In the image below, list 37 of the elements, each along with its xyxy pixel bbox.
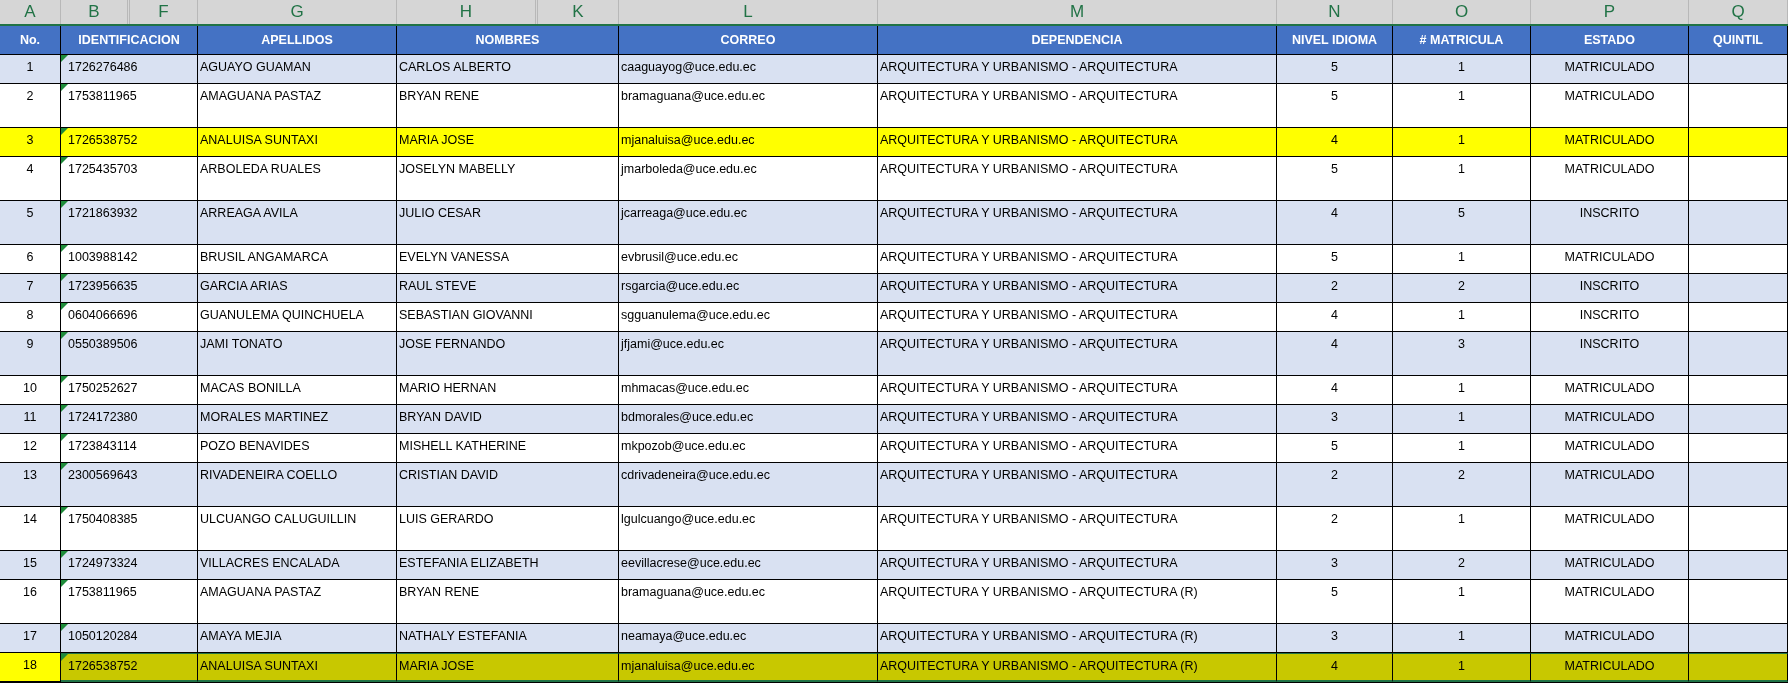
column-letter-header[interactable]: P [1531,0,1689,24]
table-cell-text: 1721863932 [68,205,139,222]
table-cell: 1 [1393,653,1531,682]
table-cell-text: 1723843114 [68,438,138,455]
table-cell-text: 1753811965 [68,584,138,601]
column-letter-header[interactable]: B [61,0,130,24]
column-letter-header[interactable]: A [0,0,61,24]
column-letter-header[interactable]: L [619,0,878,24]
table-cell-text: 1003988142 [68,249,139,266]
table-cell-text: 1725435703 [68,161,139,178]
column-letter-header[interactable]: Q [1689,0,1788,24]
table-cell-text: 1724973324 [68,555,139,572]
column-letter-header[interactable]: G [198,0,397,24]
table-cell-text: 2300569643 [68,467,139,484]
column-letter-header[interactable]: F [130,0,198,24]
column-letter-header[interactable]: M [878,0,1277,24]
table-cell-text: 1750408385 [68,511,139,528]
table-cell-text: 1726538752 [68,658,139,675]
table-cell: ANALUISA SUNTAXI [198,653,397,682]
table-cell-text: 0604066696 [68,307,139,324]
table-cell-text: 0550389506 [68,336,139,353]
table-cell-text: 1724172380 [68,409,139,426]
table-cell-text: 1750252627 [68,380,139,397]
table-cell-text: 1753811965 [68,88,138,105]
table-cell-text: 1726276486 [68,59,139,76]
table-cell: mjanaluisa@uce.edu.ec [619,653,878,682]
column-letter-header[interactable]: N [1277,0,1393,24]
table-cell-text: 1050120284 [68,628,139,645]
table-cell: 4 [1277,653,1393,682]
table-cell: MATRICULADO [1531,653,1689,682]
column-letter-header[interactable]: H [397,0,538,24]
column-letter-header[interactable]: K [538,0,619,24]
table-cell-text: 1726538752 [68,132,139,149]
table-cell-text: 1723956635 [68,278,139,295]
table-cell: MARIA JOSE [397,653,619,682]
column-letter-header[interactable]: O [1393,0,1531,24]
table-cell: ARQUITECTURA Y URBANISMO - ARQUITECTURA (R) [878,653,1277,682]
